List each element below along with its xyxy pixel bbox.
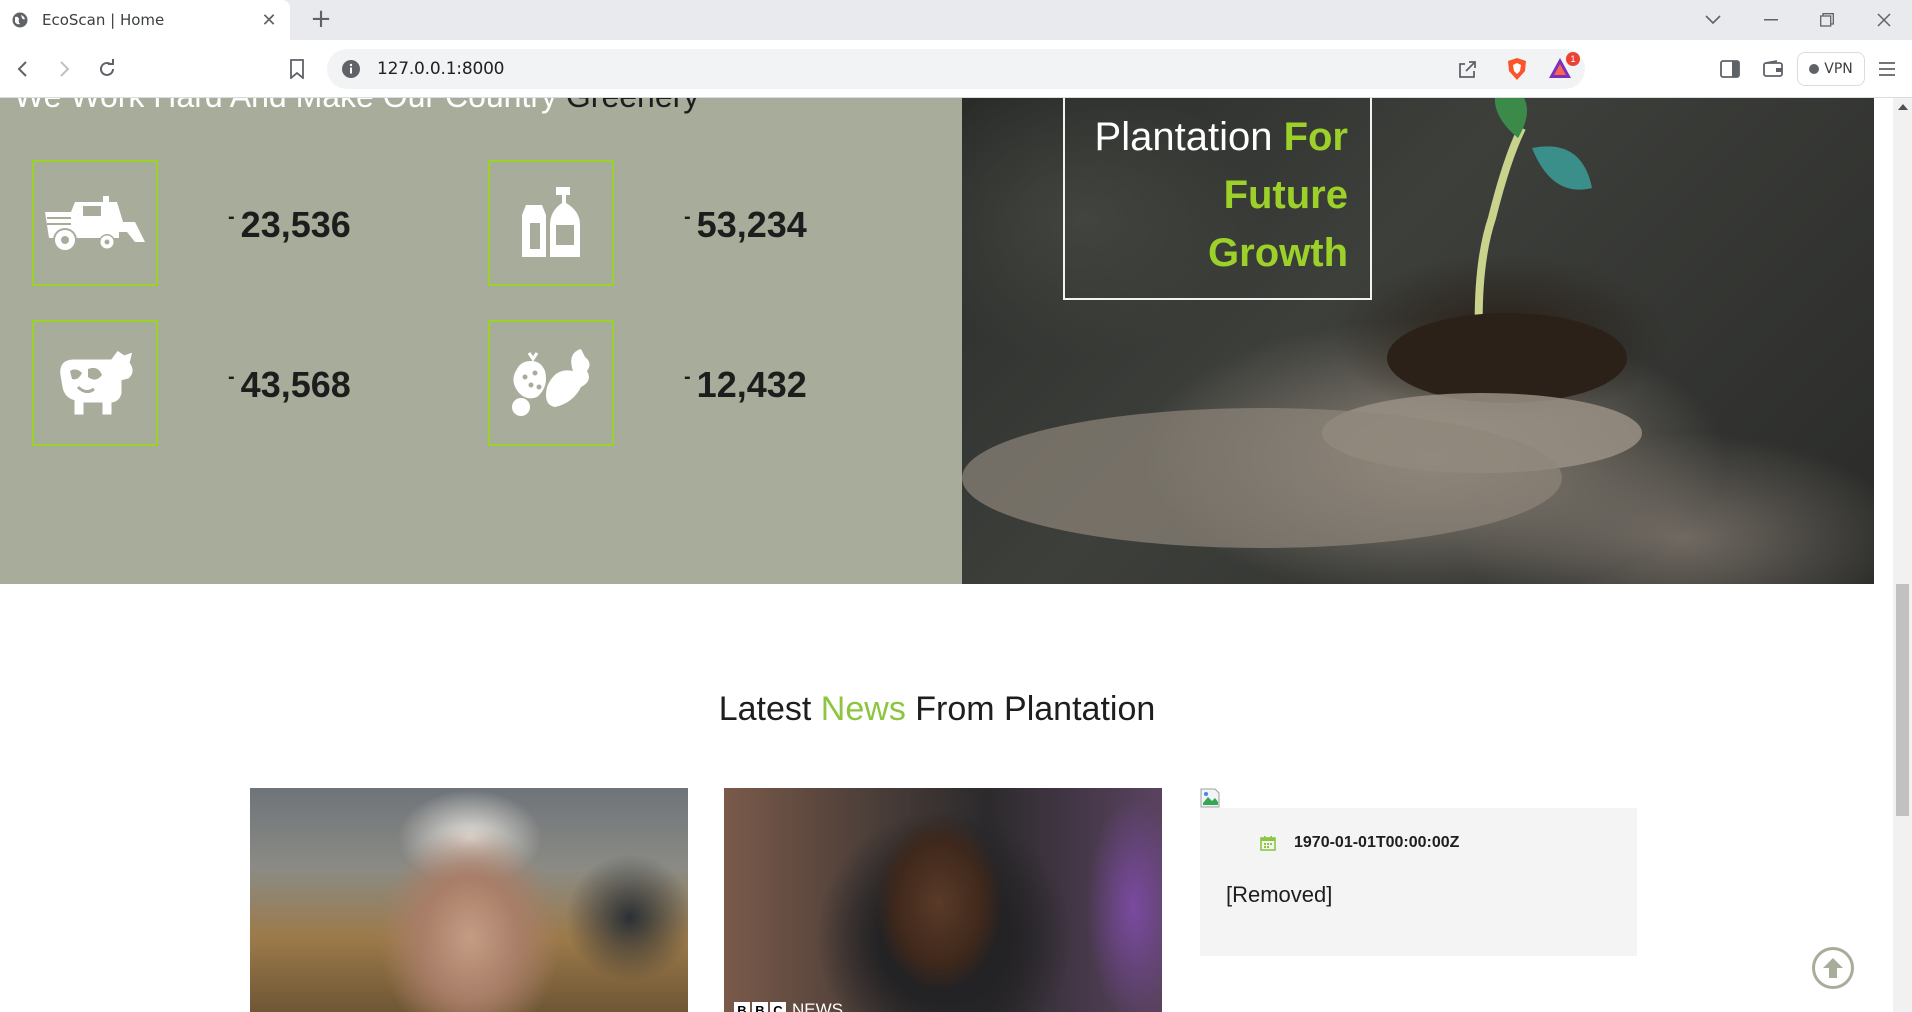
news-card-image-1[interactable] (250, 788, 688, 1012)
sidebar-icon[interactable] (1715, 54, 1745, 84)
stat-dash: - (684, 366, 691, 388)
new-tab-button[interactable]: + (308, 6, 334, 32)
vpn-status-icon (1809, 64, 1820, 74)
url-text: 127.0.0.1:8000 (377, 59, 505, 79)
back-button[interactable] (5, 51, 41, 87)
brave-rewards-icon[interactable]: 1 (1546, 52, 1580, 83)
stat-milk: -53,234 (488, 160, 918, 286)
news-date: 1970-01-01T00:00:00Z (1294, 834, 1460, 851)
close-icon[interactable]: ✕ (260, 11, 278, 29)
news-headline[interactable]: [Removed] (1226, 882, 1332, 908)
wallet-icon[interactable] (1758, 54, 1788, 84)
scroll-to-top-button[interactable] (1812, 947, 1854, 989)
info-icon[interactable] (341, 59, 361, 79)
tab-bar: EcoScan | Home ✕ + (0, 0, 1912, 40)
news-card-image-2[interactable]: B B C NEWS (724, 788, 1162, 1012)
stat-value: 23,536 (240, 204, 351, 245)
broken-image-icon (1200, 788, 1220, 808)
bbc-news-logo: B B C NEWS (734, 1001, 843, 1012)
milk-bottles-icon (488, 160, 614, 286)
scroll-up-arrow-icon[interactable] (1898, 104, 1908, 110)
window-close-button[interactable] (1856, 0, 1912, 40)
vpn-button[interactable]: VPN (1797, 52, 1865, 86)
stat-value: 12,432 (696, 364, 807, 405)
share-icon[interactable] (1452, 54, 1482, 84)
stat-value: 43,568 (240, 364, 351, 405)
stat-dash: - (228, 206, 235, 228)
browser-toolbar: 127.0.0.1:8000 1 VPN (0, 40, 1912, 98)
restore-button[interactable] (1799, 0, 1855, 40)
stat-dash: - (684, 206, 691, 228)
address-bar[interactable]: 127.0.0.1:8000 (327, 49, 1585, 89)
stat-produce: -12,432 (488, 320, 918, 446)
cow-icon (32, 320, 158, 446)
news-section-title: Latest News From Plantation (718, 690, 1156, 728)
browser-tab[interactable]: EcoScan | Home ✕ (0, 0, 290, 40)
news-card-3[interactable]: 1970-01-01T00:00:00Z [Removed] (1200, 808, 1637, 956)
stat-harvester: -23,536 (32, 160, 462, 286)
hero-headline: Plantation For Future Growth (1094, 115, 1348, 275)
stats-heading: We Work Hard And Make Our Country Greene… (14, 98, 699, 115)
brave-shield-icon[interactable] (1502, 54, 1532, 84)
harvester-icon (32, 160, 158, 286)
minimize-button[interactable] (1743, 0, 1799, 40)
stat-dash: - (228, 366, 235, 388)
forward-button[interactable] (46, 51, 82, 87)
fruits-vegetables-icon (488, 320, 614, 446)
tab-title: EcoScan | Home (42, 11, 165, 29)
reload-button[interactable] (89, 51, 125, 87)
arrow-up-icon (1823, 958, 1843, 978)
hero-text-box: Plantation For Future Growth (1063, 98, 1372, 300)
page-scrollbar[interactable] (1893, 98, 1912, 1012)
calendar-icon (1260, 836, 1276, 851)
chevron-down-icon[interactable] (1685, 0, 1741, 40)
stat-value: 53,234 (696, 204, 807, 245)
scrollbar-thumb[interactable] (1896, 584, 1909, 816)
stats-section: We Work Hard And Make Our Country Greene… (0, 98, 962, 584)
page-viewport: We Work Hard And Make Our Country Greene… (0, 98, 1912, 1012)
bookmark-icon[interactable] (282, 54, 312, 84)
notification-badge: 1 (1566, 52, 1580, 66)
stat-cow: -43,568 (32, 320, 462, 446)
globe-icon (12, 12, 28, 28)
vpn-label: VPN (1824, 61, 1853, 77)
menu-icon[interactable] (1872, 54, 1902, 84)
